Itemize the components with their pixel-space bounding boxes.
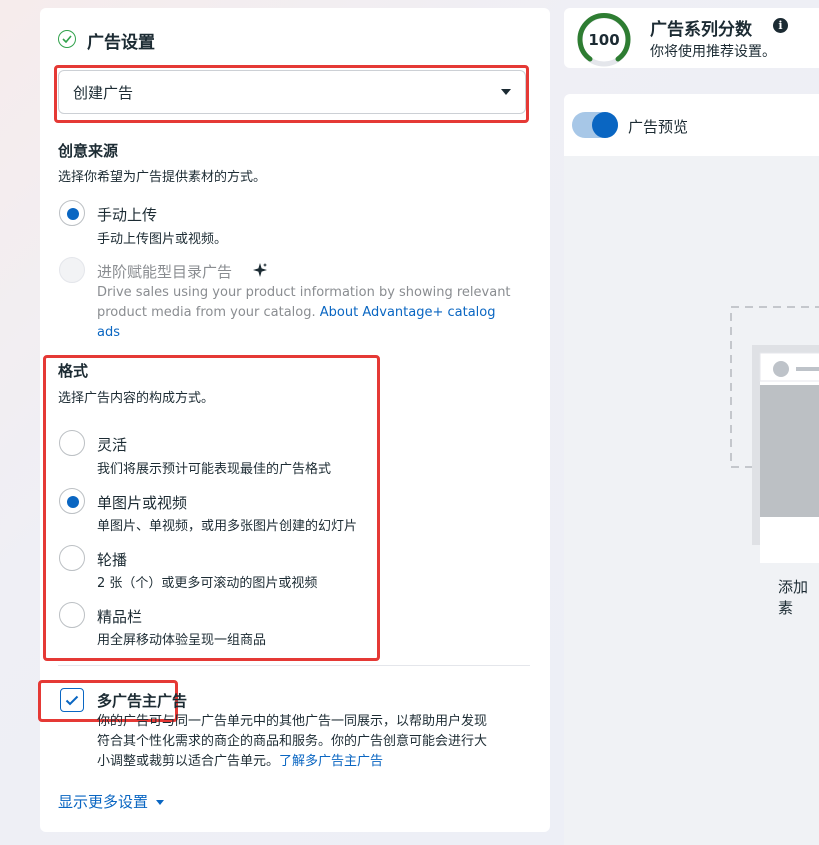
- about-advantage-link[interactable]: About Advantage+ catalog: [320, 305, 496, 320]
- advantage-catalog-desc: Drive sales using your product informati…: [97, 283, 527, 343]
- sparkle-icon: [252, 262, 268, 282]
- carousel-label: 轮播: [97, 551, 128, 569]
- radio-single-image-video[interactable]: [59, 488, 85, 514]
- checkmark-icon: [65, 695, 79, 705]
- ad-creation-dropdown[interactable]: 创建广告: [58, 70, 526, 114]
- multi-advertiser-checkbox[interactable]: [60, 688, 84, 712]
- ad-settings-title: 广告设置: [87, 33, 155, 53]
- manual-upload-desc: 手动上传图片或视频。: [97, 232, 228, 247]
- single-image-video-label: 单图片或视频: [97, 494, 188, 512]
- format-heading: 格式: [58, 362, 89, 380]
- info-icon[interactable]: i: [773, 18, 788, 33]
- radio-collection[interactable]: [59, 602, 85, 628]
- caret-down-icon: [155, 800, 164, 805]
- toggle-knob: [592, 112, 618, 138]
- add-media-text: 添加素: [778, 578, 809, 617]
- caret-down-icon: [501, 89, 511, 95]
- multi-advertiser-desc: 你的广告可与同一广告单元中的其他广告一同展示，以帮助用户发现 符合其个性化需求的…: [97, 712, 529, 772]
- flexible-desc: 我们将展示预计可能表现最佳的广告格式: [97, 462, 332, 477]
- radio-advantage-catalog[interactable]: [59, 257, 85, 283]
- show-more-settings-button[interactable]: 显示更多设置: [58, 791, 164, 812]
- about-advantage-link-cont[interactable]: ads: [97, 323, 527, 343]
- dropdown-value: 创建广告: [73, 83, 134, 102]
- carousel-desc: 2 张（个）或更多可滚动的图片或视频: [97, 576, 318, 591]
- divider: [58, 665, 530, 666]
- score-value: 100: [588, 31, 620, 49]
- ad-preview-label: 广告预览: [628, 118, 689, 136]
- desc-line: 小调整或裁剪以适合广告单元。: [97, 754, 280, 769]
- placeholder-illustration-icon: [730, 305, 819, 563]
- format-description: 选择广告内容的构成方式。: [58, 391, 215, 406]
- check-circle-icon: [58, 30, 76, 48]
- manual-upload-label: 手动上传: [97, 206, 158, 224]
- radio-manual-upload[interactable]: [59, 200, 85, 226]
- radio-flexible[interactable]: [59, 430, 85, 456]
- collection-label: 精品栏: [97, 608, 143, 626]
- show-more-label: 显示更多设置: [58, 793, 149, 811]
- desc-line: Drive sales using your product informati…: [97, 285, 511, 300]
- desc-line: product media from your catalog.: [97, 305, 320, 320]
- creative-source-description: 选择你希望为广告提供素材的方式。: [58, 170, 267, 185]
- single-image-video-desc: 单图片、单视频，或用多张图片创建的幻灯片: [97, 519, 358, 534]
- radio-carousel[interactable]: [59, 545, 85, 571]
- creative-source-heading: 创意来源: [58, 142, 119, 160]
- desc-line: 你的广告可与同一广告单元中的其他广告一同展示，以帮助用户发现: [97, 714, 488, 729]
- flexible-label: 灵活: [97, 436, 128, 454]
- advantage-catalog-label: 进阶赋能型目录广告: [97, 263, 233, 281]
- score-subtitle: 你将使用推荐设置。: [650, 44, 776, 60]
- ad-preview-toggle[interactable]: [572, 112, 618, 138]
- learn-multi-advertiser-link[interactable]: 了解多广告主广告: [279, 754, 383, 769]
- desc-line: 符合其个性化需求的商企的商品和服务。你的广告创意可能会进行大: [97, 734, 488, 749]
- score-title: 广告系列分数: [650, 20, 752, 40]
- collection-desc: 用全屏移动体验呈现一组商品: [97, 633, 267, 648]
- multi-advertiser-label: 多广告主广告: [97, 692, 188, 710]
